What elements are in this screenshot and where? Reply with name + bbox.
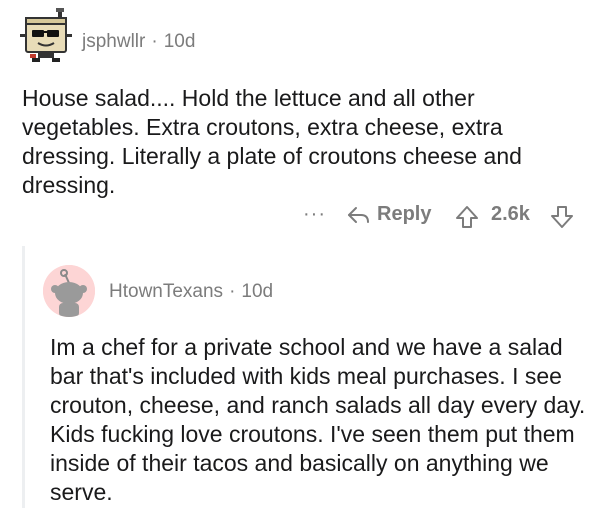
reply-age: 10d bbox=[241, 281, 274, 302]
reply-label: Reply bbox=[377, 203, 432, 225]
comment-age: 10d bbox=[163, 31, 196, 52]
reply-username[interactable]: HtownTexans bbox=[109, 281, 223, 302]
vote-score: 2.6k bbox=[491, 203, 530, 225]
username[interactable]: jsphwllr bbox=[82, 31, 145, 52]
reply-body: Im a chef for a private school and we ha… bbox=[50, 334, 586, 505]
comment-meta: jsphwllr · 10d bbox=[82, 31, 195, 53]
reply-button[interactable]: Reply bbox=[346, 203, 431, 226]
thread-line[interactable] bbox=[22, 246, 25, 508]
meta-separator: · bbox=[151, 31, 158, 52]
comment-actions: ··· Reply 2.6k bbox=[0, 203, 599, 233]
upvote-arrow-icon[interactable] bbox=[455, 205, 479, 229]
computer-robot-avatar-icon[interactable] bbox=[18, 8, 74, 64]
comment-body: House salad.... Hold the lettuce and all… bbox=[22, 85, 522, 198]
reply-arrow-icon bbox=[348, 206, 369, 223]
more-options-button[interactable]: ··· bbox=[303, 203, 326, 226]
reply-meta: HtownTexans · 10d bbox=[109, 281, 273, 303]
downvote-arrow-icon[interactable] bbox=[550, 205, 574, 229]
meta-separator: · bbox=[229, 281, 236, 302]
default-snoo-avatar-icon[interactable] bbox=[43, 265, 95, 317]
